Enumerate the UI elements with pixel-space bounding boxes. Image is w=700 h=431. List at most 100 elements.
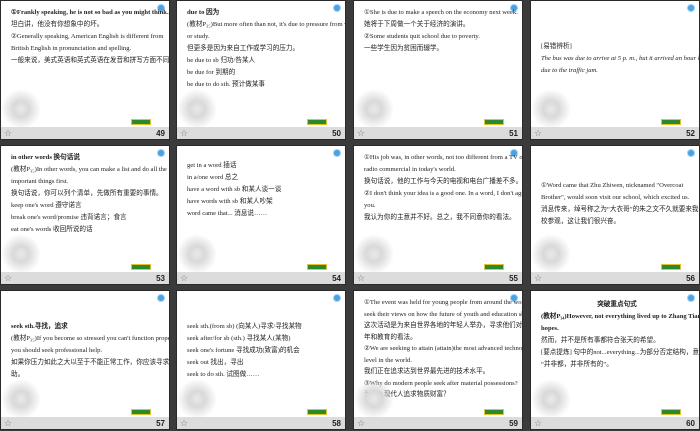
text-line: seek one's fortune 寻找成功(致富)的机会 xyxy=(187,347,300,354)
slide-60[interactable]: 突破重点句式 (教材P₃₄)However, not everything li… xyxy=(530,290,700,430)
slide-52[interactable]: [易错辨析] The bus was due to arrive at 5 p.… xyxy=(530,0,700,140)
decoration-flower xyxy=(354,379,400,417)
slide-grid: ①Frankly speaking, he is not so bad as y… xyxy=(0,0,700,431)
text-line: Brother", would soon visit our school, w… xyxy=(541,194,690,201)
text-line: 她将于下周做一个关于经济的演讲。 xyxy=(364,21,470,28)
slide-footer xyxy=(531,127,699,139)
text-line: ①Word came that Zhu Zhiwen, nicknamed "O… xyxy=(541,182,684,189)
decoration-flower xyxy=(531,379,577,417)
slide-number: 55 xyxy=(509,274,518,283)
text-line: seek after/for sb (sth.) 寻找某人(某物) xyxy=(187,335,291,342)
decoration-flower xyxy=(1,89,47,127)
slide-badge xyxy=(484,409,504,415)
slide-footer xyxy=(177,272,345,284)
slide-footer xyxy=(354,417,522,429)
slide-58[interactable]: seek sth.(from sb) (向某人)寻求/寻找某物 seek aft… xyxy=(176,290,346,430)
star-icon[interactable]: ☆ xyxy=(180,129,188,139)
slide-number: 51 xyxy=(509,129,518,138)
text-line: you should seek professional help. xyxy=(11,347,103,354)
text-line: British English in pronunciation and spe… xyxy=(11,45,132,52)
text-line: ②Some students quit school due to povert… xyxy=(364,33,480,40)
slide-number: 59 xyxy=(509,419,518,428)
slide-number: 58 xyxy=(332,419,341,428)
text-line: “并非都，并非所有的”。 xyxy=(541,361,613,368)
slide-number: 54 xyxy=(332,274,341,283)
slide-footer xyxy=(354,127,522,139)
slide-footer xyxy=(177,127,345,139)
text-line: ①His job was, in other words, not too di… xyxy=(364,154,523,161)
text-line: ②Generally speaking, American English is… xyxy=(11,33,164,40)
slide-indicator-icon xyxy=(687,149,695,157)
slide-footer xyxy=(354,272,522,284)
text-line: hopes. xyxy=(541,325,559,332)
decoration-flower xyxy=(354,234,400,272)
star-icon[interactable]: ☆ xyxy=(534,419,542,429)
slide-text: due to 因为 (教材P₃₅)But more often than not… xyxy=(187,7,345,91)
text-line: be due for 到期的 xyxy=(187,69,236,76)
slide-badge xyxy=(131,264,151,270)
text-line: 这次活动是为来自世界各地的年轻人举办，寻求他们对未来的青 xyxy=(364,322,523,329)
text-line: get in a word 插话 xyxy=(187,162,237,169)
text-line: ②I don't think your idea is a good one. … xyxy=(364,190,522,197)
slide-indicator-icon xyxy=(333,149,341,157)
slide-50[interactable]: due to 因为 (教材P₃₅)But more often than not… xyxy=(176,0,346,140)
star-icon[interactable]: ☆ xyxy=(4,129,12,139)
slide-number: 49 xyxy=(156,129,165,138)
text-line: (教材P₃₄)However, not everything lived up … xyxy=(541,313,700,320)
slide-badge xyxy=(661,409,681,415)
slide-footer xyxy=(531,272,699,284)
slide-indicator-icon xyxy=(157,294,165,302)
text-line: 年和教育的看法。 xyxy=(364,333,417,341)
slide-text: ①Frankly speaking, he is not so bad as y… xyxy=(11,7,169,67)
star-icon[interactable]: ☆ xyxy=(4,419,12,429)
text-line: 消息传来，绰号称之为“大衣哥”的朱之文不久就要来我们学 xyxy=(541,206,700,213)
text-line: or study. xyxy=(187,33,210,40)
star-icon[interactable]: ☆ xyxy=(4,274,12,284)
slide-badge xyxy=(131,409,151,415)
star-icon[interactable]: ☆ xyxy=(357,274,365,284)
text-line: due to 因为 xyxy=(187,9,220,16)
text-line: 换句话说，他的工作与今天的电视和电台广播差不多。 xyxy=(364,178,523,185)
slide-54[interactable]: get in a word 插话 in a/one word 总之 have a… xyxy=(176,145,346,285)
slide-49[interactable]: ①Frankly speaking, he is not so bad as y… xyxy=(0,0,170,140)
text-line: level in the world. xyxy=(364,356,412,364)
slide-number: 56 xyxy=(686,274,695,283)
slide-56[interactable]: ①Word came that Zhu Zhiwen, nicknamed "O… xyxy=(530,145,700,285)
text-line: seek sth.(from sb) (向某人)寻求/寻找某物 xyxy=(187,323,302,330)
slide-text: ①Word came that Zhu Zhiwen, nicknamed "O… xyxy=(541,180,700,228)
slide-text: 突破重点句式 (教材P₃₄)However, not everything li… xyxy=(541,299,700,371)
decoration-flower xyxy=(177,379,223,417)
text-line: in a/one word 总之 xyxy=(187,174,239,181)
star-icon[interactable]: ☆ xyxy=(534,129,542,139)
star-icon[interactable]: ☆ xyxy=(534,274,542,284)
text-line: radio commercial in today's world. xyxy=(364,166,456,173)
slide-text: get in a word 插话 in a/one word 总之 have a… xyxy=(187,160,339,220)
slide-footer xyxy=(531,417,699,429)
slide-51[interactable]: ①She is due to make a speech on the econ… xyxy=(353,0,523,140)
star-icon[interactable]: ☆ xyxy=(180,274,188,284)
text-line: (教材P₃₅)In other words, you can make a li… xyxy=(11,166,167,173)
text-line: ①The event was held for young people fro… xyxy=(364,299,523,306)
slide-badge xyxy=(484,119,504,125)
slide-number: 52 xyxy=(686,129,695,138)
star-icon[interactable]: ☆ xyxy=(180,419,188,429)
text-line: ①Frankly speaking, he is not so bad as y… xyxy=(11,9,169,16)
slide-55[interactable]: ①His job was, in other words, not too di… xyxy=(353,145,523,285)
decoration-flower xyxy=(177,234,223,272)
slide-53[interactable]: in other words 换句话说 (教材P₃₅)In other word… xyxy=(0,145,170,285)
text-line: seek their views on how the future of yo… xyxy=(364,310,522,318)
decoration-flower xyxy=(354,89,400,127)
slide-text: in other words 换句话说 (教材P₃₅)In other word… xyxy=(11,152,167,236)
text-line: 换句话说，你可以列个清单，先做所有重要的事情。 xyxy=(11,190,163,197)
slide-57[interactable]: seek sth.寻找，追求 (教材P₃₅)If you become so s… xyxy=(0,290,170,430)
star-icon[interactable]: ☆ xyxy=(357,419,365,429)
star-icon[interactable]: ☆ xyxy=(357,129,365,139)
slide-59[interactable]: ①The event was held for young people fro… xyxy=(353,290,523,430)
text-line: seek sth.寻找，追求 xyxy=(11,323,68,330)
slide-footer xyxy=(1,417,169,429)
decoration-flower xyxy=(177,89,223,127)
slide-badge xyxy=(307,119,327,125)
decoration-flower xyxy=(531,89,577,127)
slide-indicator-icon xyxy=(333,294,341,302)
text-line: 但更多是因为来自工作或学习的压力。 xyxy=(187,45,300,52)
